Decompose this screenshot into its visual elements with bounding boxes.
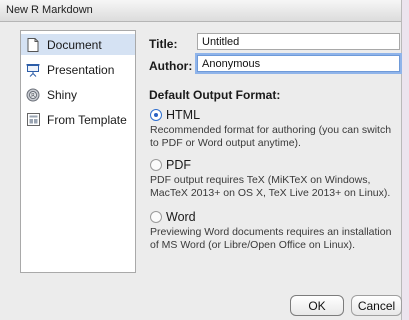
sidebar-item-label: From Template: [47, 112, 127, 127]
shiny-icon: R: [26, 88, 40, 102]
window-title: New R Markdown: [6, 4, 93, 16]
output-format-heading: Default Output Format:: [149, 88, 281, 102]
pdf-radio[interactable]: [150, 159, 162, 171]
html-option-label: HTML: [166, 108, 201, 122]
document-type-list: Document Presentation R Shiny From Templ…: [20, 30, 136, 273]
document-icon: [26, 37, 40, 52]
sidebar-item-label: Document: [47, 37, 102, 52]
title-label: Title:: [149, 37, 178, 51]
title-input[interactable]: [197, 33, 400, 50]
presentation-icon: [26, 63, 40, 77]
sidebar-item-document[interactable]: Document: [21, 34, 135, 55]
html-radio[interactable]: [150, 109, 162, 121]
title-bar[interactable]: New R Markdown: [0, 0, 401, 22]
word-radio[interactable]: [150, 211, 162, 223]
svg-text:R: R: [31, 93, 35, 99]
html-option-description: Recommended format for authoring (you ca…: [150, 124, 392, 149]
author-input[interactable]: [197, 55, 400, 72]
sidebar-item-label: Shiny: [47, 87, 78, 102]
new-r-markdown-dialog: New R Markdown Document Presentation R S…: [0, 0, 402, 320]
author-label: Author:: [149, 59, 193, 73]
pdf-option-label: PDF: [166, 158, 191, 172]
word-option-description: Previewing Word documents requires an in…: [150, 226, 392, 251]
word-option-label: Word: [166, 210, 196, 224]
ok-button[interactable]: OK: [290, 295, 344, 316]
pdf-option-description: PDF output requires TeX (MiKTeX on Windo…: [150, 174, 391, 199]
sidebar-item-from-template[interactable]: From Template: [21, 109, 135, 130]
template-icon: [26, 113, 40, 127]
sidebar-item-label: Presentation: [47, 62, 115, 77]
sidebar-item-presentation[interactable]: Presentation: [21, 59, 135, 80]
sidebar-item-shiny[interactable]: R Shiny: [21, 84, 135, 105]
cancel-button[interactable]: Cancel: [351, 295, 402, 316]
